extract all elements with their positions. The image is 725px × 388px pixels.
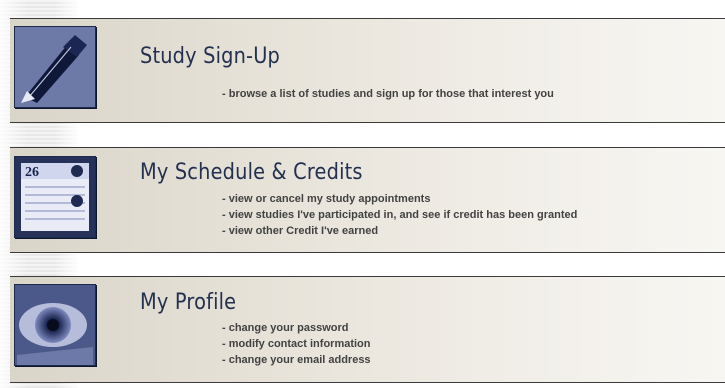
schedule-credits-line-3: - view other Credit I've earned	[222, 225, 379, 237]
calendar-icon[interactable]: 26	[14, 156, 96, 238]
study-signup-line-1: - browse a list of studies and sign up f…	[222, 88, 554, 100]
study-signup-band[interactable]	[10, 18, 725, 123]
schedule-credits-title[interactable]: My Schedule & Credits	[140, 160, 363, 185]
profile-line-1: - change your password	[222, 322, 349, 334]
schedule-credits-description: - view or cancel my study appointments -…	[222, 191, 577, 239]
study-signup-description: - browse a list of studies and sign up f…	[222, 86, 554, 102]
profile-line-3: - change your email address	[222, 354, 371, 366]
eye-icon[interactable]	[14, 284, 96, 366]
study-signup-title[interactable]: Study Sign-Up	[140, 44, 280, 69]
profile-description: - change your password - modify contact …	[222, 320, 371, 368]
profile-title[interactable]: My Profile	[140, 290, 236, 315]
calendar-day-number: 26	[25, 165, 39, 180]
profile-line-2: - modify contact information	[222, 338, 371, 350]
pen-icon[interactable]	[14, 26, 96, 108]
schedule-credits-line-1: - view or cancel my study appointments	[222, 193, 431, 205]
schedule-credits-line-2: - view studies I've participated in, and…	[222, 209, 578, 221]
